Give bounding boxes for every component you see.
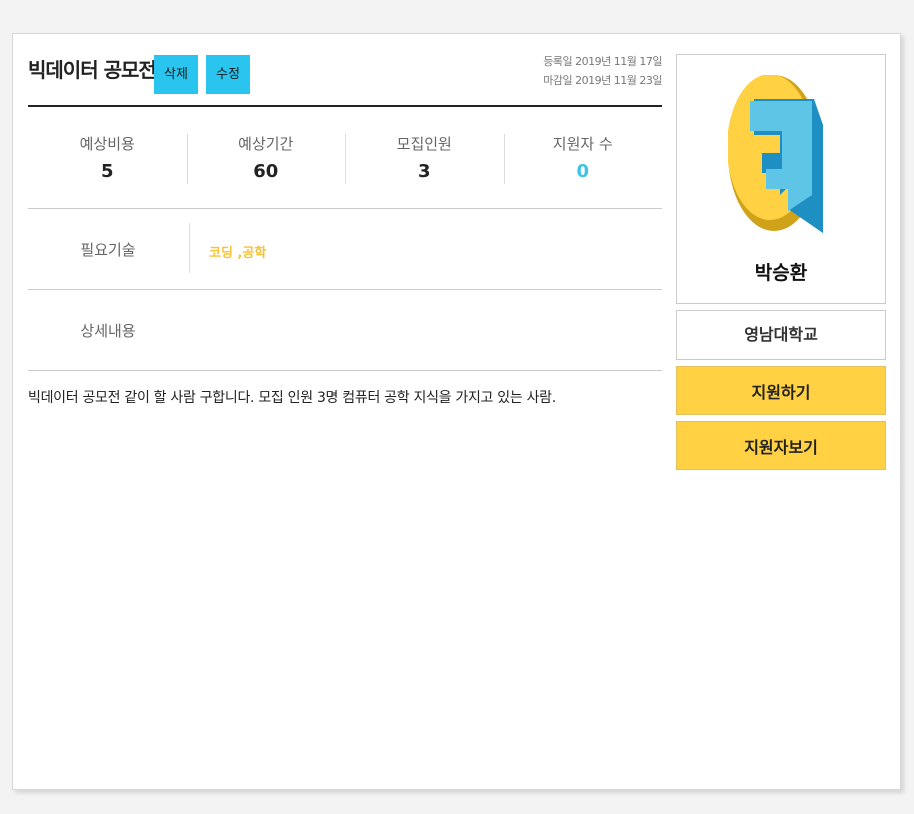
stat-label: 예상기간	[238, 135, 294, 153]
details-text: 빅데이터 공모전 같이 할 사람 구합니다. 모집 인원 3명 컴퓨터 공학 지…	[28, 390, 556, 406]
stat-label: 지원자 수	[552, 135, 613, 153]
e-letter-logo-icon	[728, 75, 823, 233]
view-applicants-button[interactable]: 지원자보기	[676, 421, 886, 470]
skills-label: 필요기술	[80, 241, 136, 259]
title-row: 빅데이터 공모전 삭제 수정 등록일 2019년 11월 17일 마감일 201…	[28, 34, 662, 107]
registered-date: 등록일 2019년 11월 17일	[543, 55, 662, 68]
page-title: 빅데이터 공모전	[28, 58, 157, 82]
post-dates: 등록일 2019년 11월 17일 마감일 2019년 11월 23일	[543, 52, 662, 90]
profile-card: 박승환	[676, 54, 886, 304]
details-label: 상세내용	[80, 322, 136, 340]
stat-label: 예상비용	[79, 135, 135, 153]
details-row: 상세내용	[28, 290, 662, 371]
skills-value: 코딩 ,공학	[209, 246, 267, 261]
delete-button[interactable]: 삭제	[154, 55, 198, 94]
edit-button[interactable]: 수정	[206, 55, 250, 94]
stat-value: 3	[417, 161, 431, 182]
row-divider	[189, 223, 190, 273]
school-name: 영남대학교	[676, 310, 886, 360]
stat-label: 모집인원	[396, 135, 452, 153]
project-main-panel: 빅데이터 공모전 삭제 수정 등록일 2019년 11월 17일 마감일 201…	[28, 34, 662, 407]
profile-sidebar: 박승환 영남대학교 지원하기 지원자보기	[676, 54, 886, 470]
deadline-date: 마감일 2019년 11월 23일	[543, 74, 662, 87]
skills-row: 필요기술 코딩 ,공학	[28, 209, 662, 290]
stat-value: 0	[576, 161, 590, 182]
owner-name: 박승환	[754, 262, 808, 284]
stat-recruit-count: 모집인원 3	[345, 107, 504, 208]
stat-expected-cost: 예상비용 5	[28, 107, 187, 208]
stat-value: 60	[253, 161, 279, 182]
stat-applicant-count: 지원자 수 0	[503, 107, 663, 208]
stats-row: 예상비용 5 예상기간 60 모집인원 3 지원자 수 0	[28, 107, 662, 209]
stat-value: 5	[100, 161, 114, 182]
stat-expected-period: 예상기간 60	[186, 107, 346, 208]
apply-button[interactable]: 지원하기	[676, 366, 886, 415]
project-detail-card: 빅데이터 공모전 삭제 수정 등록일 2019년 11월 17일 마감일 201…	[12, 33, 901, 790]
